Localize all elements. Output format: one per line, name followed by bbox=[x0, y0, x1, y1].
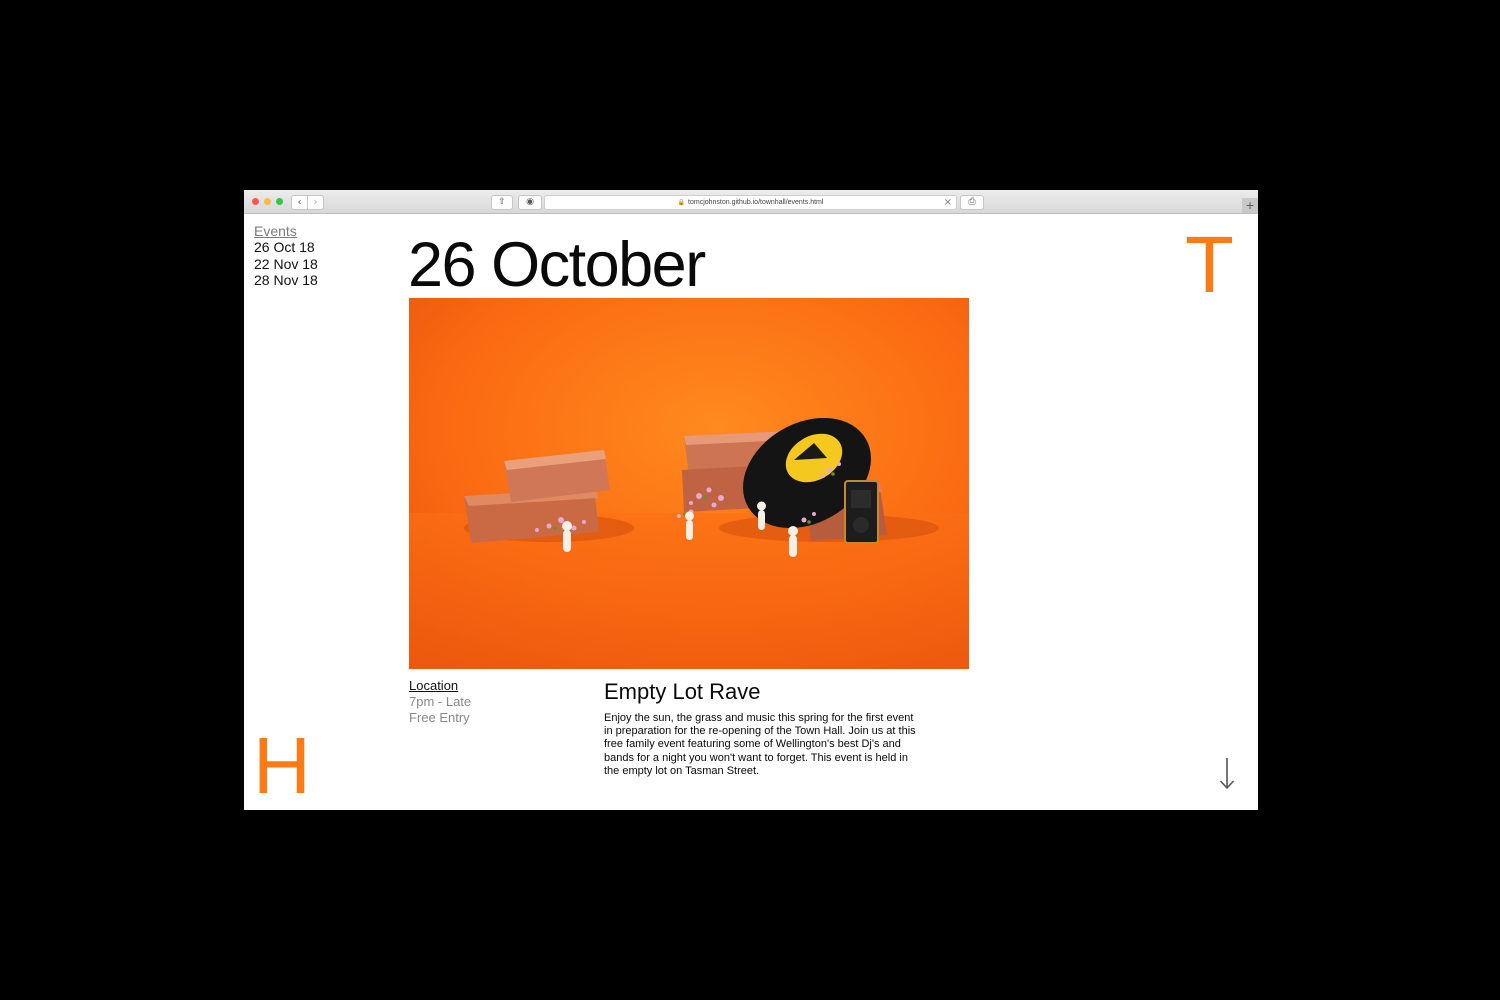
arrow-down-icon[interactable] bbox=[1219, 756, 1235, 797]
lock-icon: 🔒 bbox=[677, 200, 686, 206]
back-button[interactable]: ‹ bbox=[292, 196, 307, 209]
stop-loading-icon[interactable]: × bbox=[944, 196, 952, 209]
location-link[interactable]: Location bbox=[409, 678, 471, 694]
events-nav-heading[interactable]: Events bbox=[254, 223, 318, 239]
browser-window: ‹ › ⇧ ◉ 🔒 tomcjohnston.github.io/townhall… bbox=[244, 190, 1258, 810]
event-photo bbox=[409, 298, 969, 669]
share-button[interactable]: ⇧ bbox=[491, 195, 513, 210]
new-tab-button[interactable]: + bbox=[1242, 198, 1258, 213]
event-title: Empty Lot Rave bbox=[604, 679, 761, 704]
forward-button[interactable]: › bbox=[307, 196, 323, 209]
print-button[interactable]: ⎙ bbox=[960, 195, 984, 210]
browser-toolbar: ‹ › ⇧ ◉ 🔒 tomcjohnston.github.io/townhall… bbox=[244, 190, 1258, 214]
zoom-window-button[interactable] bbox=[276, 198, 283, 205]
event-details: Location 7pm - Late Free Entry bbox=[409, 678, 471, 725]
event-time: 7pm - Late bbox=[409, 693, 472, 709]
brand-letter-t: T bbox=[1185, 220, 1234, 309]
nav-item-22-nov[interactable]: 22 Nov 18 bbox=[254, 256, 318, 272]
events-nav: Events 26 Oct 18 22 Nov 18 28 Nov 18 bbox=[254, 223, 318, 288]
nav-item-28-nov[interactable]: 28 Nov 18 bbox=[254, 272, 318, 288]
history-nav: ‹ › bbox=[291, 195, 324, 210]
address-bar[interactable]: 🔒 tomcjohnston.github.io/townhall/events.… bbox=[544, 195, 957, 210]
event-photo-illustration bbox=[409, 298, 969, 669]
minimize-window-button[interactable] bbox=[264, 198, 271, 205]
event-date-title: 26 October bbox=[408, 230, 706, 300]
close-window-button[interactable] bbox=[252, 198, 259, 205]
event-price: Free Entry bbox=[409, 709, 470, 725]
nav-item-26-oct[interactable]: 26 Oct 18 bbox=[254, 239, 318, 255]
event-description: Enjoy the sun, the grass and music this … bbox=[604, 712, 916, 777]
url-text: tomcjohnston.github.io/townhall/events.h… bbox=[688, 199, 824, 206]
brand-letter-h: H bbox=[253, 721, 311, 810]
reader-icon[interactable]: ◉ bbox=[518, 195, 542, 210]
